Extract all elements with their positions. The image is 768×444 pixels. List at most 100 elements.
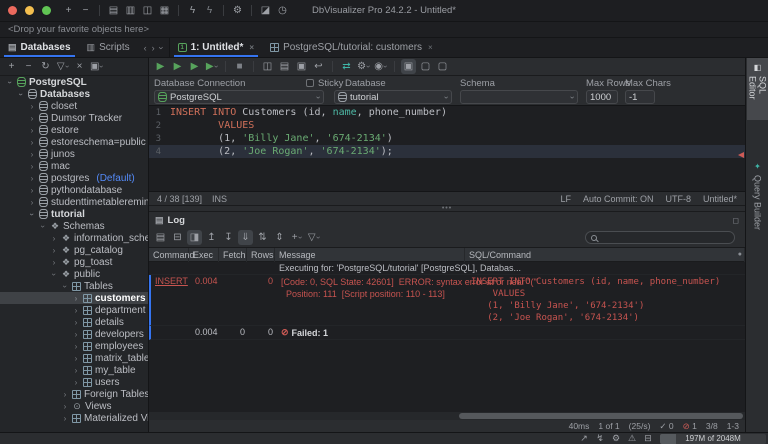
- tree-item-details[interactable]: ›details: [0, 316, 148, 328]
- log-row-summary[interactable]: 0.00400⊘Failed: 1: [149, 326, 745, 340]
- run-current-button[interactable]: ▶: [170, 59, 185, 74]
- tree-item-databases[interactable]: ›Databases: [0, 88, 148, 100]
- log-row-error[interactable]: INSERT0.0040[Code: 0, SQL State: 42601] …: [149, 275, 745, 326]
- toggle-result-button[interactable]: ▢: [418, 59, 433, 74]
- open-folder-icon[interactable]: ▤: [106, 3, 121, 18]
- power-icon[interactable]: ↯: [594, 433, 606, 444]
- sql-editor-area[interactable]: 1INSERT INTO Customers (id, name, phone_…: [149, 105, 745, 191]
- format-button[interactable]: ▤: [277, 59, 292, 74]
- collapsed-arrow-icon[interactable]: ›: [72, 318, 80, 327]
- expanded-arrow-icon[interactable]: ›: [61, 282, 70, 290]
- filter-icon[interactable]: ▽›: [55, 59, 70, 74]
- database-select[interactable]: tutorial ›: [334, 90, 452, 104]
- window-close-button[interactable]: [8, 6, 17, 15]
- collapsed-arrow-icon[interactable]: ›: [28, 114, 36, 123]
- column-settings-icon[interactable]: ●: [738, 251, 742, 258]
- collapsed-arrow-icon[interactable]: ›: [28, 126, 36, 135]
- column-header-message[interactable]: Message: [275, 248, 465, 262]
- close-icon[interactable]: ×: [428, 43, 433, 52]
- collapsed-arrow-icon[interactable]: ›: [50, 246, 58, 255]
- line-ending[interactable]: LF: [560, 194, 571, 204]
- tree-item-matrix-table[interactable]: ›matrix_table: [0, 352, 148, 364]
- tree-item-pg-toast[interactable]: ›❖pg_toast: [0, 256, 148, 268]
- rollback-button[interactable]: ↩: [311, 59, 326, 74]
- fit-icon[interactable]: ⇕: [272, 230, 287, 245]
- tree-item-developers[interactable]: ›developers: [0, 328, 148, 340]
- toggle-editor-button[interactable]: ▣: [401, 59, 416, 74]
- schema-select[interactable]: ›: [460, 90, 578, 104]
- collapsed-arrow-icon[interactable]: ›: [50, 258, 58, 267]
- collapsed-arrow-icon[interactable]: ›: [72, 330, 80, 339]
- nav-back-icon[interactable]: ‹: [144, 43, 147, 53]
- tree-item-tutorial[interactable]: ›tutorial: [0, 208, 148, 220]
- tree-item-schemas[interactable]: ›❖Schemas: [0, 220, 148, 232]
- tail-icon[interactable]: ⇓: [238, 230, 253, 245]
- tree-item-postgresql[interactable]: ›PostgreSQL: [0, 76, 148, 88]
- tab-list-icon[interactable]: ›: [156, 46, 166, 49]
- tree-item-postgres[interactable]: ›postgres(Default): [0, 172, 148, 184]
- log-row-info[interactable]: Executing for: 'PostgreSQL/tutorial' [Po…: [149, 262, 745, 275]
- remove-icon[interactable]: −: [78, 3, 93, 18]
- gc-trash-icon[interactable]: ⊟: [642, 433, 654, 444]
- panel-splitter[interactable]: •••: [149, 205, 745, 212]
- stop-button[interactable]: ■: [232, 59, 247, 74]
- tree-item-studenttimetablereminder[interactable]: ›studenttimetablereminder: [0, 196, 148, 208]
- window-icon[interactable]: ▣›: [89, 59, 104, 74]
- settings-gear-icon[interactable]: ⚙: [230, 3, 245, 18]
- save-icon[interactable]: ◫: [140, 3, 155, 18]
- column-header-fetch[interactable]: Fetch: [219, 248, 247, 262]
- tree-item-employees[interactable]: ›employees: [0, 340, 148, 352]
- collapsed-arrow-icon[interactable]: ›: [72, 306, 80, 315]
- run-script-button[interactable]: ▶: [187, 59, 202, 74]
- gear-icon[interactable]: ⚙: [610, 433, 622, 444]
- tab-untitled-editor[interactable]: 1 1: Untitled* ×: [170, 38, 262, 57]
- expanded-arrow-icon[interactable]: ›: [39, 222, 48, 230]
- log-doc-icon[interactable]: ▤: [153, 230, 168, 245]
- add-icon[interactable]: +: [61, 3, 76, 18]
- run-button[interactable]: ▶: [153, 59, 168, 74]
- export-script-icon[interactable]: ▦: [157, 3, 172, 18]
- sticky-checkbox[interactable]: [306, 79, 314, 87]
- tab-scripts[interactable]: ▥ Scripts: [79, 38, 138, 57]
- column-header-rows[interactable]: Rows: [247, 248, 275, 262]
- plug-icon[interactable]: ϟ: [185, 3, 200, 18]
- maximize-icon[interactable]: ◻: [732, 216, 739, 225]
- tab-query-builder[interactable]: ✦ Query Builder: [747, 154, 768, 238]
- tree-item-users[interactable]: ›users: [0, 376, 148, 388]
- collapsed-arrow-icon[interactable]: ›: [28, 198, 36, 207]
- tab-sql-editor[interactable]: ◧ SQL Editor: [747, 58, 768, 120]
- tree-item-materialized-views[interactable]: ›Materialized Views: [0, 412, 148, 424]
- tree-item-foreign-tables[interactable]: ›Foreign Tables: [0, 388, 148, 400]
- command-link[interactable]: INSERT: [155, 276, 188, 286]
- column-header-sql-command[interactable]: SQL/Command: [465, 248, 745, 262]
- expanded-arrow-icon[interactable]: ›: [6, 78, 15, 86]
- collapsed-arrow-icon[interactable]: ›: [28, 174, 36, 183]
- favorites-bar[interactable]: <Drop your favorite objects here>: [0, 22, 768, 38]
- commit-button[interactable]: ▣: [294, 59, 309, 74]
- tree-item-information-schema[interactable]: ›❖information_schema: [0, 232, 148, 244]
- scroll-bottom-icon[interactable]: ↧: [221, 230, 236, 245]
- tree-item-views[interactable]: ›⊙Views: [0, 400, 148, 412]
- clear-icon[interactable]: ×: [72, 59, 87, 74]
- add-filter-icon[interactable]: +›: [289, 230, 304, 245]
- run-menu-button[interactable]: ▶›: [204, 59, 219, 74]
- expanded-arrow-icon[interactable]: ›: [28, 210, 37, 218]
- collapsed-arrow-icon[interactable]: ›: [61, 414, 69, 423]
- tree-item-junos[interactable]: ›junos: [0, 148, 148, 160]
- tree-item-closet[interactable]: ›closet: [0, 100, 148, 112]
- column-header-exec[interactable]: Exec: [189, 248, 219, 262]
- expanded-arrow-icon[interactable]: ›: [17, 90, 26, 98]
- collapsed-arrow-icon[interactable]: ›: [61, 402, 69, 411]
- trash-icon[interactable]: ⊟: [170, 230, 185, 245]
- export-button[interactable]: ◫: [260, 59, 275, 74]
- resize-icon[interactable]: ↗: [578, 433, 590, 444]
- tab-customers-table[interactable]: PostgreSQL/tutorial: customers ×: [262, 38, 441, 57]
- collapsed-arrow-icon[interactable]: ›: [72, 342, 80, 351]
- history-clock-icon[interactable]: ◷: [275, 3, 290, 18]
- auto-commit-status[interactable]: Auto Commit: ON: [583, 194, 654, 204]
- max-chars-input[interactable]: -1: [625, 90, 655, 104]
- collapsed-arrow-icon[interactable]: ›: [61, 390, 69, 399]
- collapsed-arrow-icon[interactable]: ›: [28, 150, 36, 159]
- window-minimize-button[interactable]: [25, 6, 34, 15]
- sql-settings-button[interactable]: ⚙›: [356, 59, 371, 74]
